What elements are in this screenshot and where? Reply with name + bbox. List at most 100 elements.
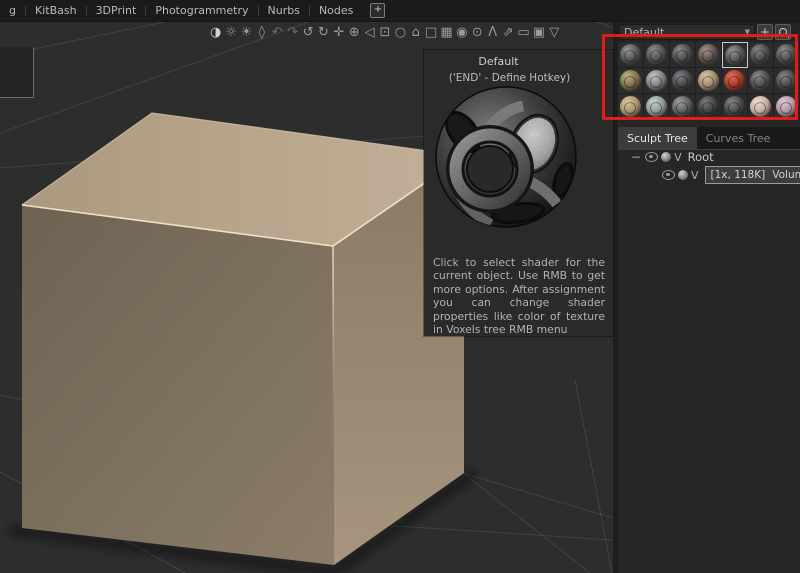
chevron-down-icon: ▼ [745,28,750,36]
shader-swatch-3[interactable] [670,42,696,68]
move-view-icon[interactable]: ✛ [331,23,346,43]
voxel-type-mark: V [674,151,682,164]
shader-swatch-10[interactable] [670,68,696,94]
shader-sphere-thumb [646,96,667,117]
shader-ball-icon[interactable] [661,152,671,162]
shader-swatch-2[interactable] [644,42,670,68]
tree-row-root[interactable]: − V Root [618,148,800,166]
tree-tab-curves-tree[interactable]: Curves Tree [697,127,780,149]
rectangle-tool-icon[interactable]: ▭ [516,23,531,43]
ellipse-tool-icon[interactable]: ○ [393,23,408,43]
shader-swatch-16[interactable] [644,94,670,120]
shader-grid [618,42,800,120]
visibility-eye-icon[interactable] [662,170,675,180]
shader-sphere-thumb [698,70,719,91]
menu-item-3dprint[interactable]: 3DPrint [87,4,146,17]
viewport-toolbar: ◑☼☀◊↶↷↺↻✛⊕◁⊡○⌂□▦◉⊙Λ⇗▭▣▽ [208,23,562,43]
shader-sphere-thumb [750,96,771,117]
tree-tab-sculpt-tree[interactable]: Sculpt Tree [618,127,697,149]
shader-swatch-12[interactable] [722,68,748,94]
sculpt-tab-bar: Sculpt TreeCurves Tree [618,127,800,150]
collapsed-panel-corner [0,47,34,98]
shader-swatch-5[interactable] [722,42,748,68]
shader-swatch-19[interactable] [722,94,748,120]
home-view-icon[interactable]: ⌂ [408,23,423,43]
shader-sphere-thumb [724,96,745,117]
menu-bar: gKitBash3DPrintPhotogrammetryNurbsNodes + [0,0,800,22]
tree-row-volume5[interactable]: V [1x, 118K] Volume5 [618,166,800,184]
shader-sphere-thumb [698,96,719,117]
tree-item-label: Volume5 [772,169,800,181]
sculpt-tree: − V Root V [1x, 118K] Volume5 [618,148,800,184]
shader-sphere-thumb [698,44,719,65]
shader-sphere-thumb [646,70,667,91]
shader-swatch-21[interactable] [774,94,800,120]
shader-swatch-6[interactable] [748,42,774,68]
rotate-view-icon[interactable]: ↺ [300,23,315,43]
focus-target-icon[interactable]: ⊙ [470,23,485,43]
cube-view-icon[interactable]: □ [423,23,438,43]
search-shader-button[interactable] [775,24,791,40]
right-panel: ShadersStencilsShapes••• Default ▼ + Scu… [618,0,800,573]
shader-swatch-1[interactable] [618,42,644,68]
gizmo-axis-icon[interactable]: Λ [485,23,500,43]
contrast-icon[interactable]: ◑ [208,23,223,43]
add-shader-button[interactable]: + [757,24,773,40]
undo-icon[interactable]: ↶ [270,23,285,43]
tree-item-label[interactable]: Root [688,150,714,164]
tooltip-title: Default [424,55,613,68]
tooltip-description: Click to select shader for the current o… [433,256,605,336]
selected-volume-item[interactable]: [1x, 118K] Volume5 [705,166,800,184]
shader-sphere-thumb [646,44,667,65]
shader-sphere-thumb [672,44,693,65]
shader-swatch-17[interactable] [670,94,696,120]
shader-sphere-thumb [776,44,797,65]
add-tab-button[interactable]: + [370,3,385,18]
view-angle-icon[interactable]: ◁ [362,23,377,43]
grid-toggle-icon[interactable]: ▦ [439,23,454,43]
maximize-icon[interactable]: ⇗ [500,23,515,43]
shader-sphere-thumb [776,70,797,91]
shader-sphere-thumb [776,96,797,117]
shader-sphere-thumb [750,44,771,65]
menu-item-kitbash[interactable]: KitBash [26,4,86,17]
zoom-icon[interactable]: ⊕ [347,23,362,43]
shader-swatch-18[interactable] [696,94,722,120]
app-window: gKitBash3DPrintPhotogrammetryNurbsNodes +… [0,0,800,573]
tooltip-hotkey: ('END' - Define Hotkey) [424,72,613,84]
shader-swatch-9[interactable] [644,68,670,94]
orbit-icon[interactable]: ↻ [316,23,331,43]
background-image-icon[interactable]: ▣ [531,23,546,43]
shader-swatch-15[interactable] [618,94,644,120]
shader-sphere-thumb [620,70,641,91]
shader-swatch-14[interactable] [774,68,800,94]
shader-ball-icon[interactable] [678,170,688,180]
shader-swatch-20[interactable] [748,94,774,120]
shader-swatch-4[interactable] [696,42,722,68]
shader-sphere-thumb [724,70,745,91]
brightness-icon[interactable]: ☼ [223,23,238,43]
snap-magnet-icon[interactable]: ◉ [454,23,469,43]
polycount-badge: [1x, 118K] [711,169,766,181]
shader-preset-dropdown[interactable]: Default ▼ [619,24,755,40]
frame-view-icon[interactable]: ⊡ [377,23,392,43]
exposure-icon[interactable]: ☀ [239,23,254,43]
filter-icon[interactable]: ▽ [547,23,562,43]
menu-item-nodes[interactable]: Nodes [310,4,362,17]
shader-swatch-13[interactable] [748,68,774,94]
shader-swatch-11[interactable] [696,68,722,94]
collapse-icon[interactable]: − [631,150,641,164]
shader-swatch-7[interactable] [774,42,800,68]
menu-item-photogrammetry[interactable]: Photogrammetry [146,4,257,17]
cube-object[interactable] [22,113,464,565]
shader-sphere-thumb [672,96,693,117]
menu-item-nurbs[interactable]: Nurbs [259,4,309,17]
visibility-eye-icon[interactable] [645,152,658,162]
menu-item-g[interactable]: g [0,4,25,17]
redo-icon[interactable]: ↷ [285,23,300,43]
shader-sphere-thumb [725,45,746,66]
shader-swatch-8[interactable] [618,68,644,94]
shader-preset-value: Default [624,26,664,39]
shader-sphere-thumb [620,96,641,117]
smooth-shading-icon[interactable]: ◊ [254,23,269,43]
